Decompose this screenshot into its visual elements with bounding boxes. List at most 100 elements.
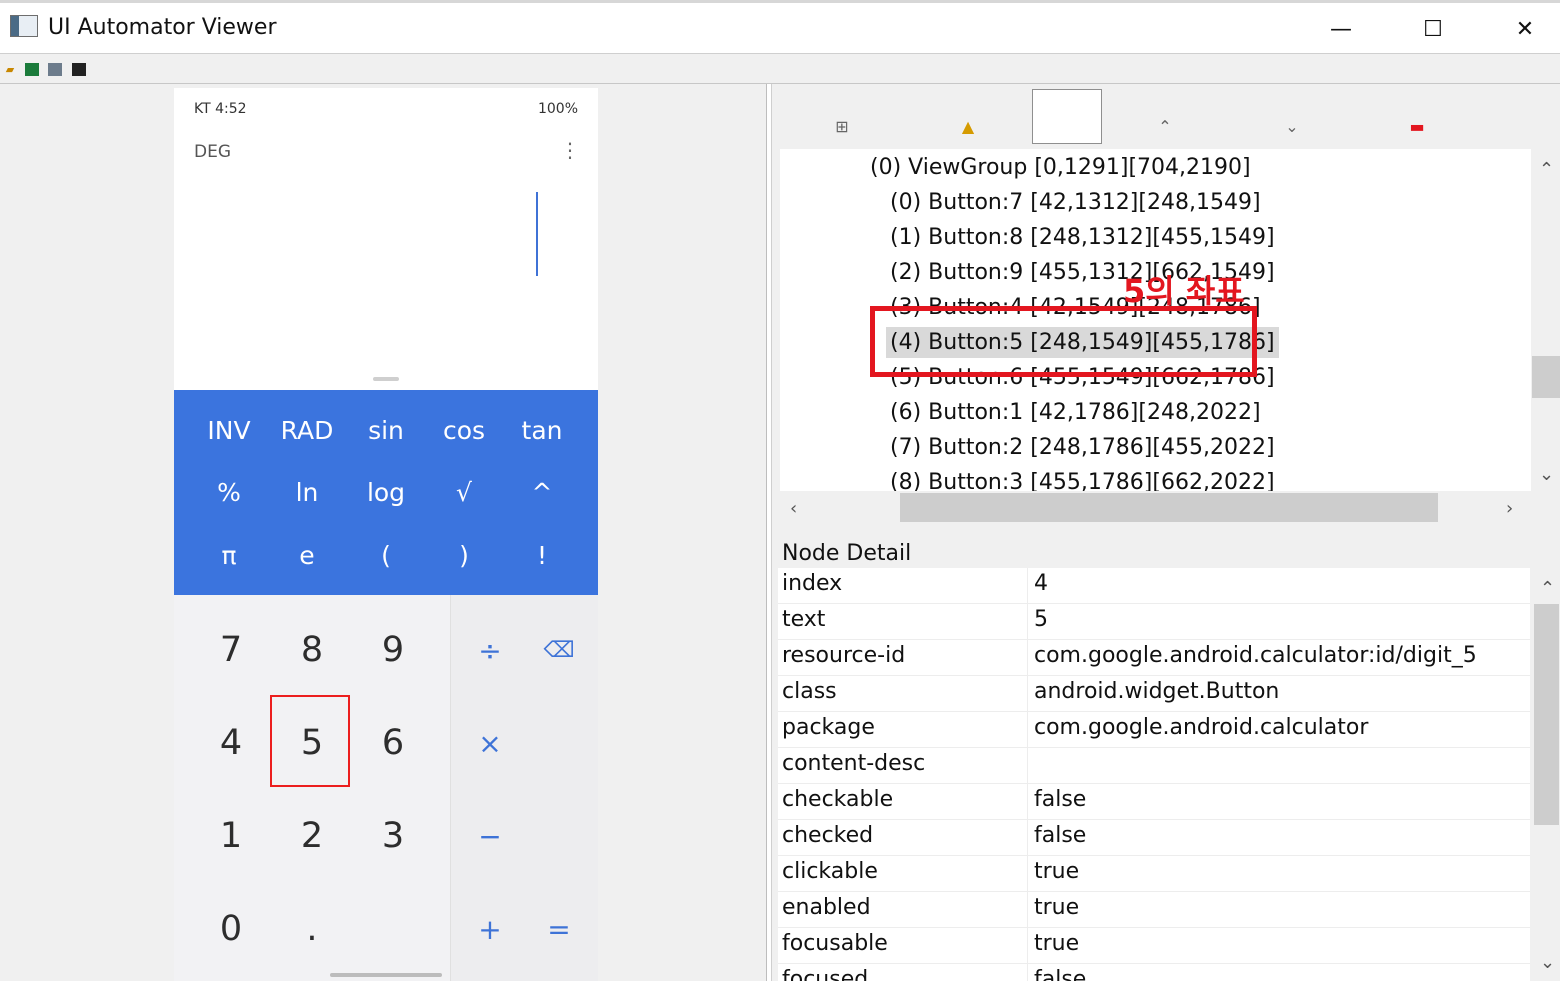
chevron-up-icon[interactable]: ⌃ xyxy=(1153,114,1177,138)
tree-horizontal-scroll-thumb[interactable] xyxy=(900,493,1438,522)
details-vertical-scroll-thumb[interactable] xyxy=(1534,604,1559,825)
details-scroll-up-icon[interactable]: ⌃ xyxy=(1540,578,1555,599)
detail-row[interactable]: text 5 xyxy=(778,604,1530,640)
sci-key-sqrt[interactable]: √ xyxy=(425,472,503,512)
detail-row[interactable]: enabled true xyxy=(778,892,1530,928)
chevron-down-icon[interactable]: ⌄ xyxy=(1280,114,1304,138)
scroll-down-icon[interactable]: ⌄ xyxy=(1539,464,1554,485)
detail-key: focusable xyxy=(782,931,888,956)
digit-6-button[interactable]: 6 xyxy=(353,698,433,788)
minimize-button[interactable]: — xyxy=(1311,8,1371,50)
detail-key: index xyxy=(782,571,843,596)
tree-row[interactable]: (0) ViewGroup [0,1291][704,2190] xyxy=(870,152,1251,183)
tree-row[interactable]: (6) Button:1 [42,1786][248,2022] xyxy=(890,397,1261,428)
detail-row[interactable]: package com.google.android.calculator xyxy=(778,712,1530,748)
multiply-button[interactable]: × xyxy=(455,698,525,788)
detail-row[interactable]: index 4 xyxy=(778,568,1530,604)
minus-button[interactable]: − xyxy=(455,791,525,881)
sci-key-ln[interactable]: ln xyxy=(268,472,346,512)
detail-row[interactable]: focusable true xyxy=(778,928,1530,964)
detail-row[interactable]: resource-id com.google.android.calculato… xyxy=(778,640,1530,676)
detail-key: content-desc xyxy=(782,751,926,776)
detail-key: resource-id xyxy=(782,643,906,668)
scroll-left-icon[interactable]: ‹ xyxy=(790,498,797,519)
tree-row[interactable]: (8) Button:3 [455,1786][662,2022] xyxy=(890,467,1275,491)
minus-icon[interactable]: ▬ xyxy=(1405,114,1429,138)
tree-row[interactable]: (0) Button:7 [42,1312][248,1549] xyxy=(890,187,1261,218)
sci-key-log[interactable]: log xyxy=(347,472,425,512)
detail-value: false xyxy=(1034,823,1087,848)
tree-row[interactable]: (1) Button:8 [248,1312][455,1549] xyxy=(890,222,1275,253)
digit-7-button[interactable]: 7 xyxy=(191,605,271,695)
decimal-button[interactable]: . xyxy=(272,884,352,974)
sci-key-power[interactable]: ^ xyxy=(503,472,581,512)
more-options-icon[interactable]: ⋮ xyxy=(560,140,580,160)
ui-automator-viewer-app-icon xyxy=(10,15,38,37)
drag-handle[interactable] xyxy=(373,377,399,381)
detail-row[interactable]: focused false xyxy=(778,964,1530,981)
detail-key: checkable xyxy=(782,787,894,812)
digit-4-button[interactable]: 4 xyxy=(191,698,271,788)
plus-button[interactable]: + xyxy=(455,884,525,974)
digit-1-button[interactable]: 1 xyxy=(191,791,271,881)
sci-key-left-paren[interactable]: ( xyxy=(347,535,425,575)
detail-key: checked xyxy=(782,823,874,848)
angle-mode-label: DEG xyxy=(194,142,232,162)
detail-key: package xyxy=(782,715,875,740)
digit-0-button[interactable]: 0 xyxy=(191,884,271,974)
sci-key-tan[interactable]: tan xyxy=(503,410,581,450)
tree-row[interactable]: (7) Button:2 [248,1786][455,2022] xyxy=(890,432,1275,463)
blank-toolbar-box[interactable] xyxy=(1032,89,1102,144)
maximize-button[interactable]: ☐ xyxy=(1403,8,1463,50)
warning-icon[interactable]: ▲ xyxy=(956,114,980,138)
detail-row[interactable]: content-desc xyxy=(778,748,1530,784)
annotation-highlight-box xyxy=(870,306,1257,377)
detail-row[interactable]: checked false xyxy=(778,820,1530,856)
scroll-right-icon[interactable]: › xyxy=(1506,498,1513,519)
sci-key-e[interactable]: e xyxy=(268,535,346,575)
digit-2-button[interactable]: 2 xyxy=(272,791,352,881)
detail-value: android.widget.Button xyxy=(1034,679,1280,704)
divide-button[interactable]: ÷ xyxy=(455,605,525,695)
tree-vertical-scroll-thumb[interactable] xyxy=(1532,356,1560,398)
detail-key: enabled xyxy=(782,895,871,920)
detail-value: false xyxy=(1034,967,1087,981)
digit-3-button[interactable]: 3 xyxy=(353,791,433,881)
detail-key: clickable xyxy=(782,859,878,884)
sci-key-pi[interactable]: π xyxy=(190,535,268,575)
sci-key-sin[interactable]: sin xyxy=(347,410,425,450)
detail-row[interactable]: checkable false xyxy=(778,784,1530,820)
scroll-up-icon[interactable]: ⌃ xyxy=(1539,159,1554,180)
node-detail-title: Node Detail xyxy=(782,541,912,566)
detail-key: class xyxy=(782,679,837,704)
detail-value: com.google.android.calculator:id/digit_5 xyxy=(1034,643,1477,668)
equals-button[interactable]: = xyxy=(524,884,594,974)
detail-row[interactable]: class android.widget.Button xyxy=(778,676,1530,712)
sci-key-rad[interactable]: RAD xyxy=(268,410,346,450)
backspace-icon[interactable]: ⌫ xyxy=(524,605,594,695)
detail-row[interactable]: clickable true xyxy=(778,856,1530,892)
expand-all-icon[interactable]: ⊞ xyxy=(830,114,854,138)
number-keypad: 7 8 9 4 5 6 1 2 3 0 . ÷ × − + ⌫ = xyxy=(174,595,598,981)
save-icon[interactable] xyxy=(72,63,86,76)
sci-key-right-paren[interactable]: ) xyxy=(425,535,503,575)
detail-value: 4 xyxy=(1034,571,1048,596)
detail-value: com.google.android.calculator xyxy=(1034,715,1369,740)
phone-screenshot[interactable]: KT 4:52 100% DEG ⋮ INV RAD sin cos tan %… xyxy=(174,88,598,981)
sci-key-percent[interactable]: % xyxy=(190,472,268,512)
node-detail-table[interactable]: index 4 text 5 resource-id com.google.an… xyxy=(778,568,1530,981)
device-screenshot-compressed-icon[interactable] xyxy=(48,63,62,76)
device-screenshot-icon[interactable] xyxy=(25,63,39,76)
sci-key-factorial[interactable]: ! xyxy=(503,535,581,575)
sci-key-cos[interactable]: cos xyxy=(425,410,503,450)
open-folder-icon[interactable]: ▰ xyxy=(3,63,17,76)
toolbar: ▰ xyxy=(0,53,1560,84)
detail-key: focused xyxy=(782,967,869,981)
digit-9-button[interactable]: 9 xyxy=(353,605,433,695)
close-button[interactable]: ✕ xyxy=(1495,8,1555,50)
sci-key-inv[interactable]: INV xyxy=(190,410,268,450)
tree-vertical-scrollbar[interactable] xyxy=(1531,149,1560,491)
input-cursor xyxy=(536,192,538,276)
digit-8-button[interactable]: 8 xyxy=(272,605,352,695)
details-scroll-down-icon[interactable]: ⌄ xyxy=(1540,952,1555,973)
